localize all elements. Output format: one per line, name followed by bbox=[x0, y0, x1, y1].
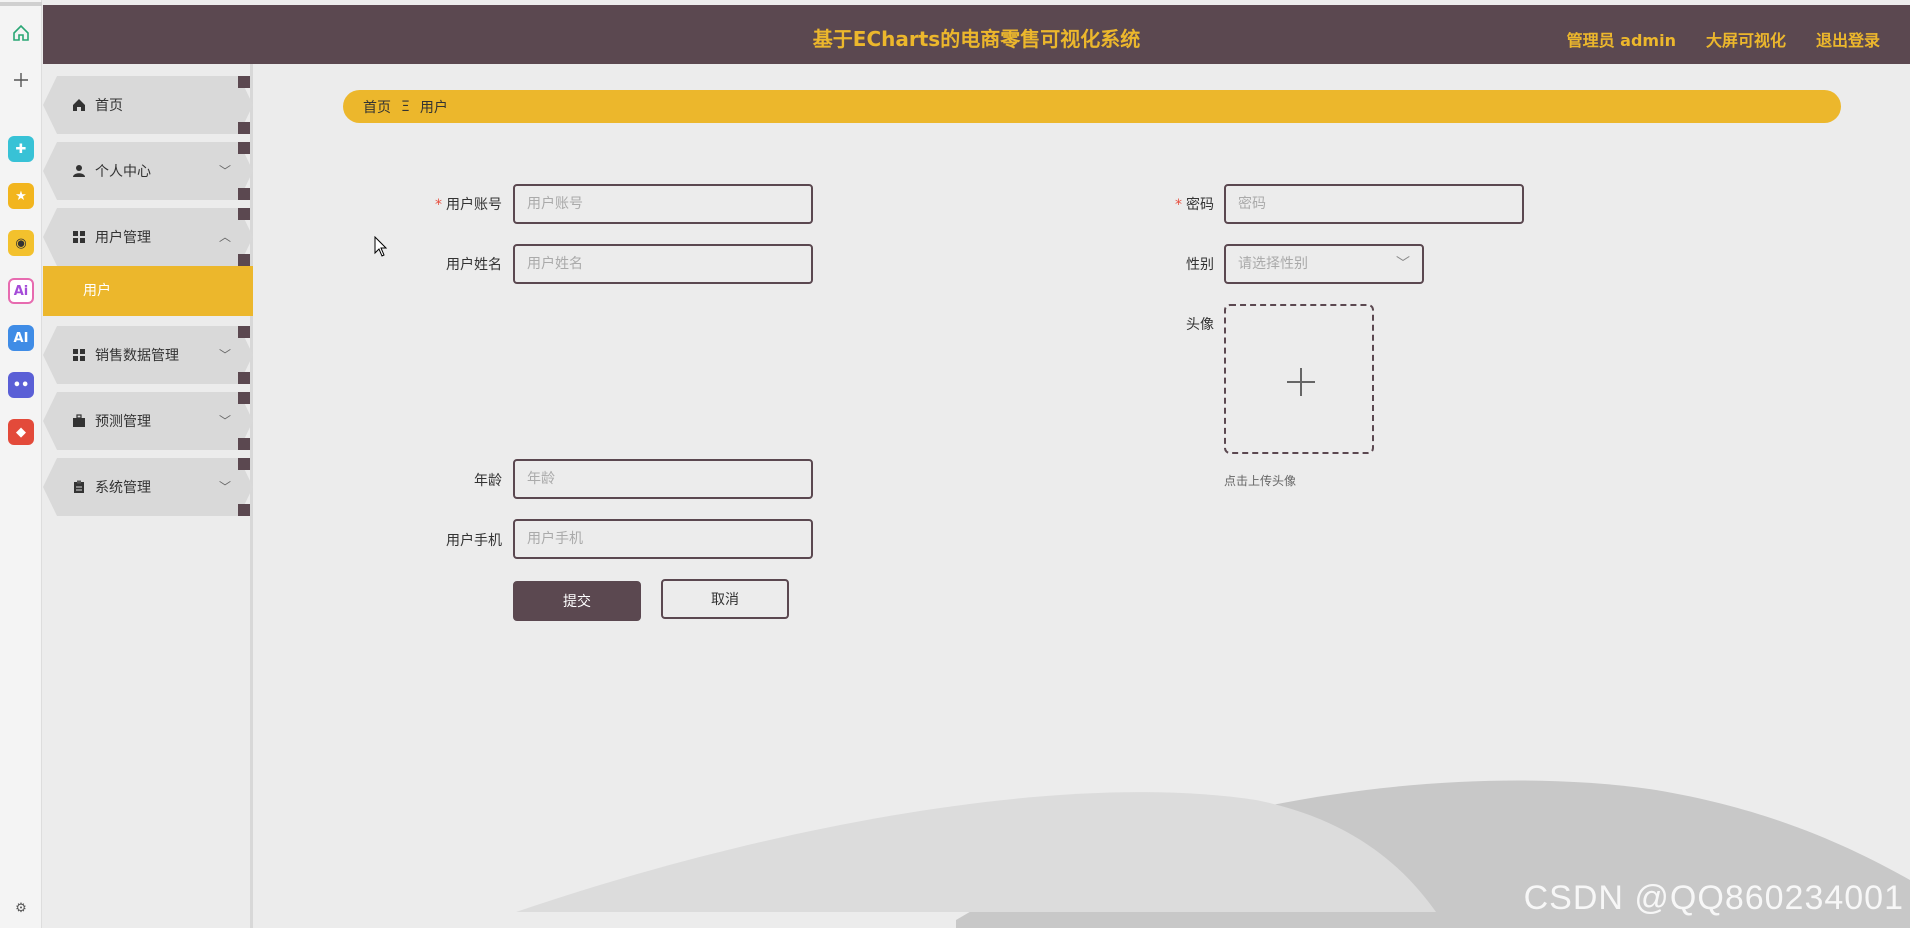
app-rail: ✚ ★ ◉ Ai AI •• ◆ ⚙ bbox=[0, 0, 42, 928]
account-input[interactable] bbox=[513, 184, 813, 224]
submit-button[interactable]: 提交 bbox=[513, 581, 641, 621]
ai-blue-icon[interactable]: AI bbox=[8, 325, 34, 351]
corner-decoration bbox=[238, 326, 250, 338]
corner-decoration bbox=[238, 458, 250, 470]
age-input[interactable] bbox=[513, 459, 813, 499]
watermark: CSDN @QQ860234001 bbox=[1523, 879, 1904, 917]
sidebar-item-label: 预测管理 bbox=[95, 414, 151, 430]
corner-decoration bbox=[238, 142, 250, 154]
breadcrumb-home[interactable]: 首页 bbox=[363, 97, 391, 117]
chevron-down-icon: ﹀ bbox=[1396, 256, 1410, 272]
briefcase-icon bbox=[71, 413, 87, 429]
password-label: * 密码 bbox=[1175, 197, 1214, 213]
chevron-down-icon: ﹀ bbox=[218, 480, 231, 494]
rail-top-bar bbox=[0, 2, 42, 6]
sidebar-item-user-management[interactable]: 用户管理 ︿ bbox=[43, 208, 253, 266]
avatar-upload[interactable] bbox=[1224, 304, 1374, 454]
avatar-label: 头像 bbox=[1186, 317, 1214, 333]
corner-decoration bbox=[238, 372, 250, 384]
chevron-up-icon: ︿ bbox=[218, 230, 231, 244]
avatar-upload-hint: 点击上传头像 bbox=[1224, 474, 1297, 488]
sidebar-item-label: 销售数据管理 bbox=[95, 348, 179, 364]
corner-decoration bbox=[238, 392, 250, 404]
person-icon bbox=[71, 163, 87, 179]
clipboard-icon bbox=[71, 479, 87, 495]
star-icon[interactable]: ★ bbox=[8, 183, 34, 209]
logout-link[interactable]: 退出登录 bbox=[1816, 27, 1880, 51]
corner-decoration bbox=[238, 188, 250, 200]
chevron-down-icon: ﹀ bbox=[218, 164, 231, 178]
sidebar-item-label: 系统管理 bbox=[95, 480, 151, 496]
chat-face-icon[interactable]: •• bbox=[8, 372, 34, 398]
ai-purple-icon[interactable]: Ai bbox=[8, 278, 34, 304]
breadcrumb-separator: Ξ bbox=[401, 98, 410, 115]
password-input[interactable] bbox=[1224, 184, 1524, 224]
home-icon[interactable] bbox=[8, 20, 34, 46]
grid-icon bbox=[71, 229, 87, 245]
home-icon bbox=[71, 97, 87, 113]
name-input[interactable] bbox=[513, 244, 813, 284]
age-label: 年龄 bbox=[474, 473, 502, 489]
sidebar-item-home[interactable]: 首页 bbox=[43, 76, 253, 134]
corner-decoration bbox=[238, 122, 250, 134]
phone-input[interactable] bbox=[513, 519, 813, 559]
top-header: 基于ECharts的电商零售可视化系统 管理员 admin 大屏可视化 退出登录 bbox=[43, 5, 1910, 64]
sidebar-item-label: 用户管理 bbox=[95, 230, 151, 246]
extension-blue-icon[interactable]: ✚ bbox=[8, 136, 34, 162]
breadcrumb-current: 用户 bbox=[419, 99, 448, 116]
chevron-down-icon: ﹀ bbox=[218, 348, 231, 362]
sidebar-item-label: 首页 bbox=[95, 98, 123, 114]
corner-decoration bbox=[238, 76, 250, 88]
breadcrumb: 首页 Ξ 用户 bbox=[343, 90, 1841, 123]
required-mark: * bbox=[1175, 197, 1182, 213]
account-label: * 用户账号 bbox=[435, 197, 502, 213]
corner-decoration bbox=[238, 254, 250, 266]
gender-select[interactable]: 请选择性别 ﹀ bbox=[1224, 244, 1424, 284]
sidebar-item-forecast[interactable]: 预测管理 ﹀ bbox=[43, 392, 253, 450]
sidebar-item-system[interactable]: 系统管理 ﹀ bbox=[43, 458, 253, 516]
sidebar-subitem-user[interactable]: 用户 bbox=[43, 266, 253, 316]
add-icon[interactable] bbox=[8, 67, 34, 93]
sidebar: 首页 个人中心 ﹀ 用户管理 ︿ 用户 销售数据管理 ﹀ 预测管理 ﹀ 系统管理… bbox=[43, 64, 253, 928]
mouse-cursor-icon bbox=[374, 236, 388, 257]
sidebar-item-label: 个人中心 bbox=[95, 164, 151, 180]
game-icon[interactable]: ◆ bbox=[8, 419, 34, 445]
gender-label: 性别 bbox=[1186, 257, 1214, 273]
phone-label: 用户手机 bbox=[446, 533, 502, 549]
plus-icon bbox=[1300, 368, 1302, 396]
gender-select-placeholder: 请选择性别 bbox=[1238, 256, 1308, 272]
name-label: 用户姓名 bbox=[446, 257, 502, 273]
corner-decoration bbox=[238, 208, 250, 220]
admin-link[interactable]: 管理员 admin bbox=[1567, 27, 1676, 51]
grid-icon bbox=[71, 347, 87, 363]
cancel-button[interactable]: 取消 bbox=[661, 579, 789, 619]
corner-decoration bbox=[238, 504, 250, 516]
required-mark: * bbox=[435, 197, 442, 213]
settings-gear-icon[interactable]: ⚙ bbox=[8, 895, 34, 921]
big-screen-link[interactable]: 大屏可视化 bbox=[1706, 27, 1786, 51]
sidebar-item-personal[interactable]: 个人中心 ﹀ bbox=[43, 142, 253, 200]
sidebar-item-sales-data[interactable]: 销售数据管理 ﹀ bbox=[43, 326, 253, 384]
bot-icon[interactable]: ◉ bbox=[8, 230, 34, 256]
chevron-down-icon: ﹀ bbox=[218, 414, 231, 428]
corner-decoration bbox=[238, 438, 250, 450]
